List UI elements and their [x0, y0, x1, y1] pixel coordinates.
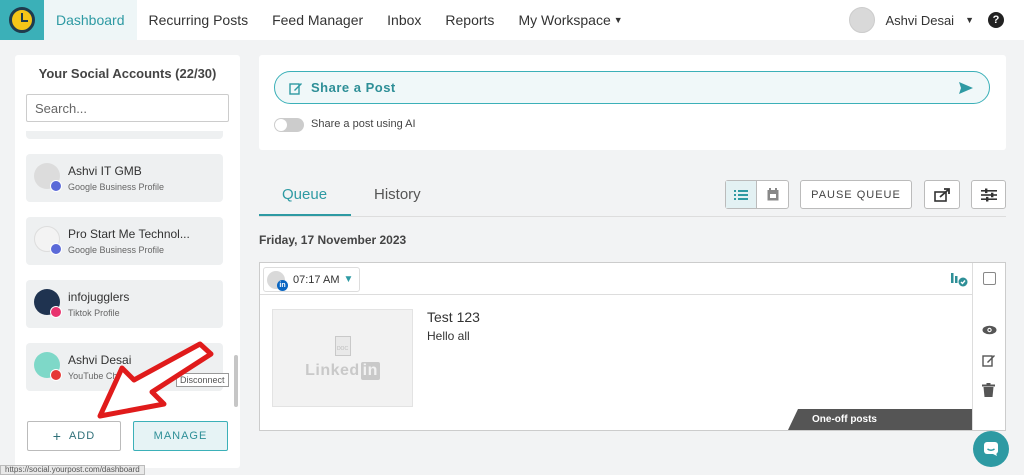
nav-dashboard[interactable]: Dashboard: [44, 0, 137, 40]
linkedin-logo: Linked in: [305, 362, 380, 380]
list-view-button[interactable]: [726, 181, 758, 208]
share-post-input[interactable]: Share a Post: [274, 71, 990, 104]
account-name: infojugglers: [68, 290, 130, 304]
accounts-scrollbar[interactable]: [234, 355, 238, 407]
calendar-icon: [767, 188, 778, 201]
linkedin-insight-icon[interactable]: [950, 271, 968, 287]
account-name: Ashvi IT GMB: [68, 164, 142, 178]
nav-my-workspace[interactable]: My Workspace ▼: [506, 0, 634, 40]
post-time-dropdown[interactable]: in 07:17 AM ▼: [263, 267, 361, 292]
post-header: in 07:17 AM ▼: [260, 263, 972, 295]
edit-post-icon[interactable]: [982, 353, 996, 367]
annotation-arrow-icon: [97, 341, 214, 419]
edit-icon: [289, 82, 302, 95]
active-tab-indicator: [259, 214, 351, 216]
thumbnail-doc-label: DOC: [336, 346, 349, 352]
account-item[interactable]: Ashvi IT GMB Google Business Profile: [26, 154, 223, 202]
post-thumbnail[interactable]: DOC Linked in: [272, 309, 413, 407]
sliders-icon: [980, 188, 997, 201]
tab-queue[interactable]: Queue: [282, 186, 327, 203]
account-item[interactable]: Pro Start Me Technol... Google Business …: [26, 217, 223, 265]
user-avatar[interactable]: [849, 7, 876, 33]
tiktok-badge-icon: [50, 306, 62, 318]
linkedin-wordmark: Linked: [305, 362, 360, 379]
linkedin-in-mark: in: [360, 362, 380, 380]
nav-feed-manager[interactable]: Feed Manager: [260, 0, 375, 40]
nav-reports[interactable]: Reports: [433, 0, 506, 40]
add-label: ADD: [68, 430, 96, 442]
user-name[interactable]: Ashvi Desai: [885, 13, 954, 28]
account-name: Pro Start Me Technol...: [68, 227, 190, 241]
post-card: in 07:17 AM ▼ DOC Linked in Test 123 Hell…: [259, 262, 1006, 431]
post-title: Test 123: [427, 309, 480, 325]
caret-down-icon: ▼: [613, 15, 623, 25]
chat-icon: [984, 442, 998, 456]
youtube-badge-icon: [50, 369, 62, 381]
accounts-search-input[interactable]: [26, 94, 229, 122]
nav-my-workspace-label: My Workspace: [518, 12, 611, 28]
trash-icon[interactable]: [982, 383, 995, 397]
post-body: Hello all: [427, 329, 470, 343]
filter-button[interactable]: [971, 180, 1006, 209]
chat-support-button[interactable]: [973, 431, 1009, 467]
plus-icon: +: [52, 428, 62, 444]
share-export-icon: [934, 187, 950, 202]
post-time: 07:17 AM: [293, 273, 340, 286]
pause-queue-button[interactable]: PAUSE QUEUE: [800, 180, 912, 209]
status-bar-url: https://social.yourpost.com/dashboard: [0, 465, 145, 475]
clock-logo-icon: [9, 7, 35, 33]
one-off-posts-tag: One-off posts: [788, 409, 972, 430]
account-type: Tiktok Profile: [68, 308, 120, 318]
user-caret-down-icon[interactable]: ▼: [965, 15, 974, 25]
list-icon: [734, 189, 748, 200]
account-type: Google Business Profile: [68, 182, 165, 192]
post-actions: [972, 263, 1006, 430]
panel-title: Your Social Accounts (22/30): [38, 66, 217, 81]
google-business-badge-icon: [50, 243, 62, 255]
ai-toggle[interactable]: [274, 118, 304, 132]
view-toggle: [725, 180, 789, 209]
chevron-down-icon: ▼: [343, 274, 354, 285]
user-menu[interactable]: Ashvi Desai ▼ ?: [849, 0, 1024, 40]
help-icon[interactable]: ?: [988, 12, 1004, 28]
nav-recurring-posts[interactable]: Recurring Posts: [137, 0, 261, 40]
google-business-badge-icon: [50, 180, 62, 192]
document-icon: DOC: [334, 336, 351, 356]
nav-inbox[interactable]: Inbox: [375, 0, 433, 40]
app-logo[interactable]: [0, 0, 44, 40]
eye-icon[interactable]: [982, 325, 997, 335]
list-item[interactable]: [26, 131, 223, 139]
ai-toggle-label: Share a post using AI: [311, 118, 416, 130]
send-icon[interactable]: [958, 80, 974, 96]
tab-history[interactable]: History: [374, 186, 421, 203]
queue-date-heading: Friday, 17 November 2023: [259, 233, 407, 247]
post-select-checkbox[interactable]: [983, 272, 996, 285]
top-nav: Dashboard Recurring Posts Feed Manager I…: [0, 0, 1024, 40]
account-type: Google Business Profile: [68, 245, 165, 255]
calendar-view-button[interactable]: [757, 181, 788, 208]
share-post-label: Share a Post: [311, 80, 396, 95]
export-button[interactable]: [924, 180, 960, 209]
tabs-divider: [259, 216, 1006, 217]
linkedin-badge-icon: in: [277, 279, 288, 291]
account-item[interactable]: infojugglers Tiktok Profile: [26, 280, 223, 328]
post-account-avatar: in: [267, 270, 288, 291]
share-card: Share a Post Share a post using AI: [259, 55, 1006, 150]
